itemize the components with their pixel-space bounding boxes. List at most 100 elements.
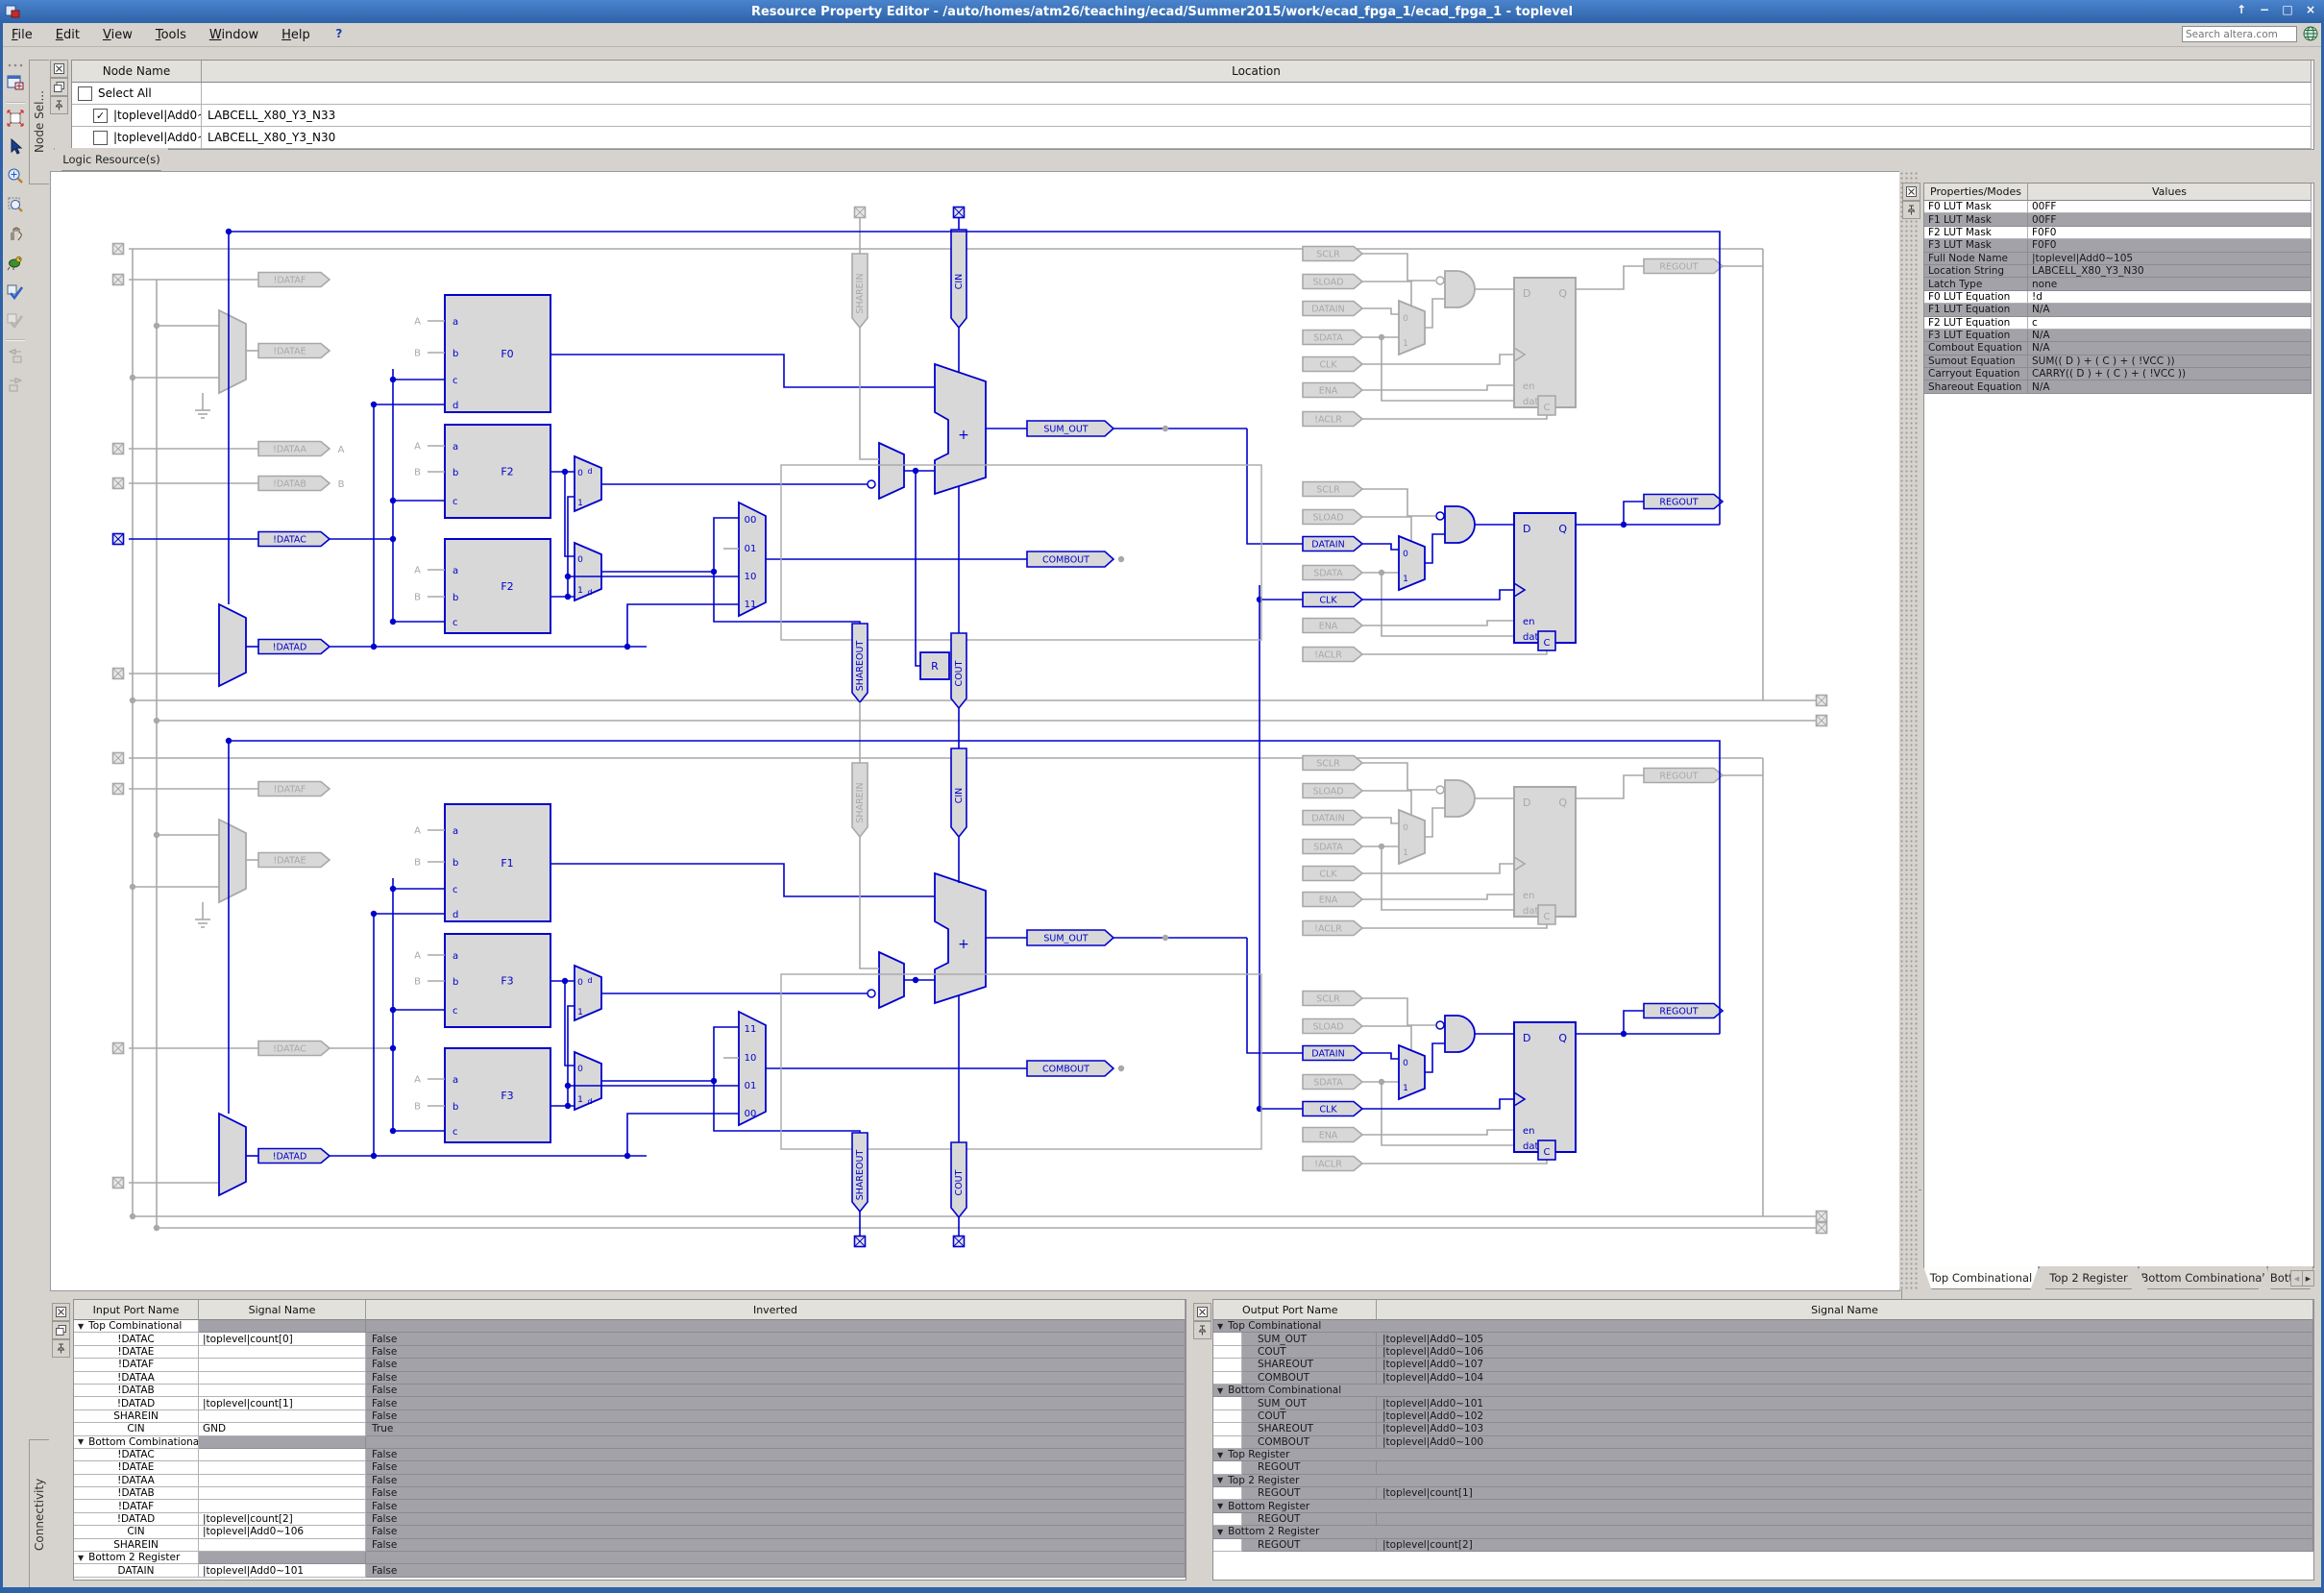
- reg-port-SDATA[interactable]: SDATA: [1303, 840, 1362, 854]
- io-pad[interactable]: [954, 208, 965, 218]
- input-port-name[interactable]: CIN: [74, 1423, 199, 1435]
- connectivity-pin-icon[interactable]: [52, 1339, 70, 1358]
- inverted-value[interactable]: False: [366, 1359, 1186, 1371]
- output-signal-name[interactable]: |toplevel|Add0~107: [1377, 1359, 2313, 1371]
- schematic-canvas[interactable]: !DATAA!DATABAB!DATAF!DATAE!DATAC!DATADF0…: [50, 171, 1900, 1291]
- sum-out-port[interactable]: SUM_OUT: [1027, 421, 1113, 436]
- output-port-name[interactable]: REGOUT: [1242, 1461, 1377, 1474]
- output-port-name[interactable]: SHAREOUT: [1242, 1359, 1377, 1371]
- reg-port-ENA[interactable]: ENA: [1303, 1128, 1362, 1142]
- register-dff[interactable]: DQendataC: [1514, 1022, 1576, 1160]
- check-disabled-icon[interactable]: [4, 308, 27, 331]
- input-signal-name[interactable]: [199, 1487, 366, 1500]
- io-pad[interactable]: [113, 669, 124, 679]
- zoom-icon[interactable]: [4, 164, 27, 187]
- inverted-value[interactable]: False: [366, 1372, 1186, 1385]
- sharein-port[interactable]: SHAREIN: [852, 763, 868, 837]
- node-row-location-1[interactable]: LABCELL_X80_Y3_N30: [202, 127, 2312, 149]
- reg-port-CLK[interactable]: CLK: [1303, 1102, 1362, 1116]
- output-port-name[interactable]: SUM_OUT: [1242, 1333, 1377, 1345]
- cout-port[interactable]: COUT: [951, 633, 966, 708]
- group-row[interactable]: ▼Top 2 Register: [1213, 1475, 2313, 1487]
- input-port-name[interactable]: !DATAD: [74, 1397, 199, 1409]
- lut-F2[interactable]: F2aAbBc: [414, 539, 550, 633]
- register-dff[interactable]: DQendataC: [1514, 787, 1576, 924]
- reg-port-SCLR[interactable]: SCLR: [1303, 247, 1362, 261]
- reg-port-SCLR[interactable]: SCLR: [1303, 992, 1362, 1006]
- reg-port-CLK[interactable]: CLK: [1303, 357, 1362, 372]
- search-input[interactable]: [2182, 26, 2297, 42]
- input-signal-name[interactable]: [199, 1449, 366, 1461]
- editor-window-icon[interactable]: [4, 71, 27, 94]
- input-port-name[interactable]: !DATAF: [74, 1359, 199, 1371]
- row-header[interactable]: [1213, 1333, 1242, 1345]
- r-box[interactable]: R: [920, 652, 949, 679]
- select-all-checkbox[interactable]: [78, 86, 92, 101]
- prop-value[interactable]: none: [2028, 278, 2312, 290]
- lut-F3[interactable]: F3aAbBc: [414, 1048, 550, 1142]
- io-pad[interactable]: [1817, 716, 1827, 726]
- reg-port-DATAIN[interactable]: DATAIN: [1303, 811, 1362, 825]
- row-header[interactable]: [1213, 1372, 1242, 1385]
- input-port-name[interactable]: !DATAC: [74, 1449, 199, 1461]
- group-row[interactable]: ▼Bottom 2 Register: [1213, 1526, 2313, 1538]
- cin-port[interactable]: CIN: [951, 230, 966, 328]
- reg-port-ENA[interactable]: ENA: [1303, 619, 1362, 633]
- row-header[interactable]: [1213, 1410, 1242, 1423]
- input-port-name[interactable]: !DATAB: [74, 1385, 199, 1397]
- prop-value[interactable]: SUM(( D ) + ( C ) + ( !VCC )): [2028, 355, 2312, 368]
- io-pad[interactable]: [113, 244, 124, 255]
- input-port-name[interactable]: !DATAA: [74, 1475, 199, 1487]
- prop-value[interactable]: CARRY(( D ) + ( C ) + ( !VCC )): [2028, 368, 2312, 380]
- input-signal-name[interactable]: |toplevel|Add0~101: [199, 1564, 366, 1577]
- io-pad[interactable]: [113, 1178, 124, 1189]
- tab-scroll-right-icon[interactable]: ▶: [2302, 1270, 2314, 1287]
- input-signal-name[interactable]: [199, 1539, 366, 1552]
- group-row[interactable]: ▼Top Combinational: [74, 1320, 199, 1333]
- prop-value[interactable]: F0F0: [2028, 227, 2312, 239]
- io-pad[interactable]: [855, 208, 866, 218]
- properties-close-icon[interactable]: [1902, 183, 1920, 201]
- group-row[interactable]: ▼Bottom Combinational: [1213, 1385, 2313, 1397]
- input-port-name[interactable]: !DATAE: [74, 1461, 199, 1474]
- check-assign-icon[interactable]: [4, 280, 27, 303]
- menu-edit[interactable]: Edit: [44, 26, 91, 44]
- output-signal-name[interactable]: |toplevel|Add0~102: [1377, 1410, 2313, 1423]
- row-header[interactable]: [1213, 1397, 1242, 1409]
- group-row[interactable]: ▼Top Combinational: [1213, 1320, 2313, 1333]
- sum-out-port[interactable]: SUM_OUT: [1027, 930, 1113, 945]
- reg-port-!ACLR[interactable]: !ACLR: [1303, 1157, 1362, 1171]
- io-pad[interactable]: [113, 478, 124, 489]
- combout-port[interactable]: COMBOUT: [1027, 1061, 1113, 1076]
- reg-port-DATAIN[interactable]: DATAIN: [1303, 302, 1362, 316]
- input-signal-name[interactable]: [199, 1372, 366, 1385]
- port-!DATAC[interactable]: !DATAC: [258, 1042, 330, 1056]
- tab-logic-resources[interactable]: Logic Resource(s): [54, 148, 169, 171]
- inverted-value[interactable]: True: [366, 1423, 1186, 1435]
- select-all-cell[interactable]: Select All: [72, 83, 202, 105]
- prop-value[interactable]: N/A: [2028, 380, 2312, 393]
- prev-node-icon[interactable]: [4, 344, 27, 367]
- reg-port-SDATA[interactable]: SDATA: [1303, 566, 1362, 580]
- output-signal-name[interactable]: |toplevel|count[1]: [1377, 1487, 2313, 1500]
- reg-port-DATAIN[interactable]: DATAIN: [1303, 537, 1362, 551]
- io-pad[interactable]: [855, 1237, 866, 1247]
- minimize-button[interactable]: −: [2257, 3, 2272, 16]
- inverted-value[interactable]: False: [366, 1410, 1186, 1423]
- tab-top-combinational[interactable]: Top Combinational: [1923, 1266, 2039, 1289]
- port-!DATAC[interactable]: !DATAC: [258, 532, 330, 547]
- register-dff[interactable]: DQendataC: [1514, 278, 1576, 415]
- inverted-value[interactable]: False: [366, 1475, 1186, 1487]
- output-signal-name[interactable]: [1377, 1461, 2313, 1474]
- row-header[interactable]: [1213, 1346, 1242, 1359]
- input-port-name[interactable]: SHAREIN: [74, 1539, 199, 1552]
- row-header[interactable]: [1213, 1461, 1242, 1474]
- output-port-name[interactable]: COUT: [1242, 1346, 1377, 1359]
- connectivity-close-icon[interactable]: [52, 1303, 70, 1321]
- io-pad[interactable]: [113, 784, 124, 795]
- output-port-name[interactable]: COMBOUT: [1242, 1436, 1377, 1449]
- regout-port[interactable]: REGOUT: [1644, 769, 1723, 783]
- inverted-value[interactable]: False: [366, 1449, 1186, 1461]
- reg-port-CLK[interactable]: CLK: [1303, 593, 1362, 607]
- row-header[interactable]: [1213, 1436, 1242, 1449]
